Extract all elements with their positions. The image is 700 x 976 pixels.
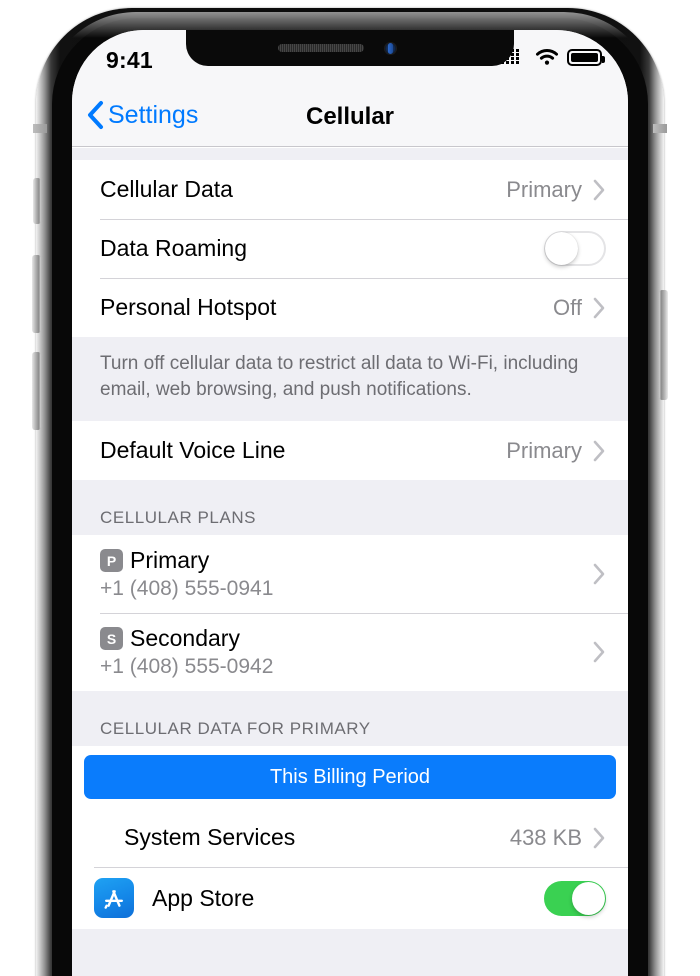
plan-name: Primary — [130, 547, 210, 573]
this-billing-period-button[interactable]: This Billing Period — [84, 755, 616, 799]
row-system-services[interactable]: System Services 438 KB — [72, 808, 628, 867]
notch — [186, 30, 514, 66]
wifi-icon — [536, 49, 558, 65]
plan-title-line: S Secondary — [100, 625, 592, 652]
row-plan-secondary[interactable]: S Secondary +1 (408) 555-0942 — [72, 613, 628, 691]
group-cellular-data-usage: This Billing Period System Services 438 … — [72, 746, 628, 929]
row-personal-hotspot[interactable]: Personal Hotspot Off — [72, 278, 628, 337]
earpiece-speaker-icon — [278, 44, 364, 52]
row-value: Primary — [506, 437, 582, 463]
settings-list[interactable]: Cellular Data Primary Data Roaming Perso… — [72, 148, 628, 976]
status-bar-time: 9:41 — [106, 47, 153, 73]
navigation-bar: Settings Cellular — [72, 90, 628, 147]
group-cellular: Cellular Data Primary Data Roaming Perso… — [72, 160, 628, 337]
toggle-knob — [545, 232, 578, 265]
chevron-right-icon — [593, 563, 605, 585]
app-store-glyph — [104, 890, 123, 909]
plan-text: S Secondary +1 (408) 555-0942 — [100, 625, 592, 679]
plan-phone-number: +1 (408) 555-0941 — [100, 577, 274, 600]
chevron-right-icon — [593, 179, 605, 200]
plan-title-line: P Primary — [100, 547, 592, 574]
plan-badge-primary-icon: P — [100, 549, 123, 572]
row-cellular-data[interactable]: Cellular Data Primary — [72, 160, 628, 219]
app-name: App Store — [152, 884, 255, 911]
group-default-voice: Default Voice Line Primary — [72, 421, 628, 480]
chevron-right-icon — [593, 641, 605, 663]
mute-switch[interactable] — [33, 178, 41, 224]
page-title: Cellular — [305, 103, 395, 130]
plan-name: Secondary — [130, 625, 240, 651]
row-label: System Services — [124, 824, 296, 850]
row-data-roaming[interactable]: Data Roaming — [72, 219, 628, 278]
row-value: Primary — [506, 176, 582, 202]
toggle-knob — [572, 881, 605, 915]
row-app-store[interactable]: App Store — [72, 867, 628, 929]
plan-text: P Primary +1 (408) 555-0941 — [100, 547, 592, 601]
battery-full-icon — [567, 48, 605, 66]
row-value: 438 KB — [509, 824, 582, 850]
row-label: Personal Hotspot — [100, 294, 277, 320]
volume-down-button[interactable] — [32, 352, 41, 430]
group-cellular-plans: P Primary +1 (408) 555-0941 S Secondary — [72, 535, 628, 691]
battery-level — [571, 52, 598, 62]
screenshot-stage: 9:41 Settings Cellular Cellular Data Pri… — [0, 0, 700, 976]
row-default-voice-line[interactable]: Default Voice Line Primary — [72, 421, 628, 480]
front-camera-icon — [384, 42, 397, 55]
row-value: Off — [553, 294, 582, 320]
phone-screen: 9:41 Settings Cellular Cellular Data Pri… — [72, 30, 628, 976]
volume-up-button[interactable] — [32, 255, 41, 333]
status-bar-indicators — [501, 48, 605, 66]
row-label: Default Voice Line — [100, 437, 286, 463]
list-top-spacer — [72, 148, 628, 160]
plan-phone-number: +1 (408) 555-0942 — [100, 655, 274, 678]
row-plan-primary[interactable]: P Primary +1 (408) 555-0941 — [72, 535, 628, 613]
billing-button-wrap: This Billing Period — [72, 746, 628, 808]
side-power-button[interactable] — [659, 290, 668, 400]
antenna-band-left — [33, 124, 47, 133]
chevron-right-icon — [593, 440, 605, 461]
section-header-cellular-data-for-primary: CELLULAR DATA FOR PRIMARY — [72, 691, 628, 746]
cellular-data-note: Turn off cellular data to restrict all d… — [72, 337, 628, 421]
plan-badge-secondary-icon: S — [100, 627, 123, 650]
chevron-right-icon — [593, 297, 605, 318]
row-label: Data Roaming — [100, 235, 248, 261]
app-store-cellular-toggle[interactable] — [544, 880, 606, 916]
antenna-band-right — [653, 124, 667, 133]
data-roaming-toggle[interactable] — [544, 231, 606, 266]
chevron-right-icon — [593, 827, 605, 848]
section-header-cellular-plans: CELLULAR PLANS — [72, 480, 628, 535]
row-label: Cellular Data — [100, 176, 233, 202]
app-store-icon — [94, 878, 134, 918]
